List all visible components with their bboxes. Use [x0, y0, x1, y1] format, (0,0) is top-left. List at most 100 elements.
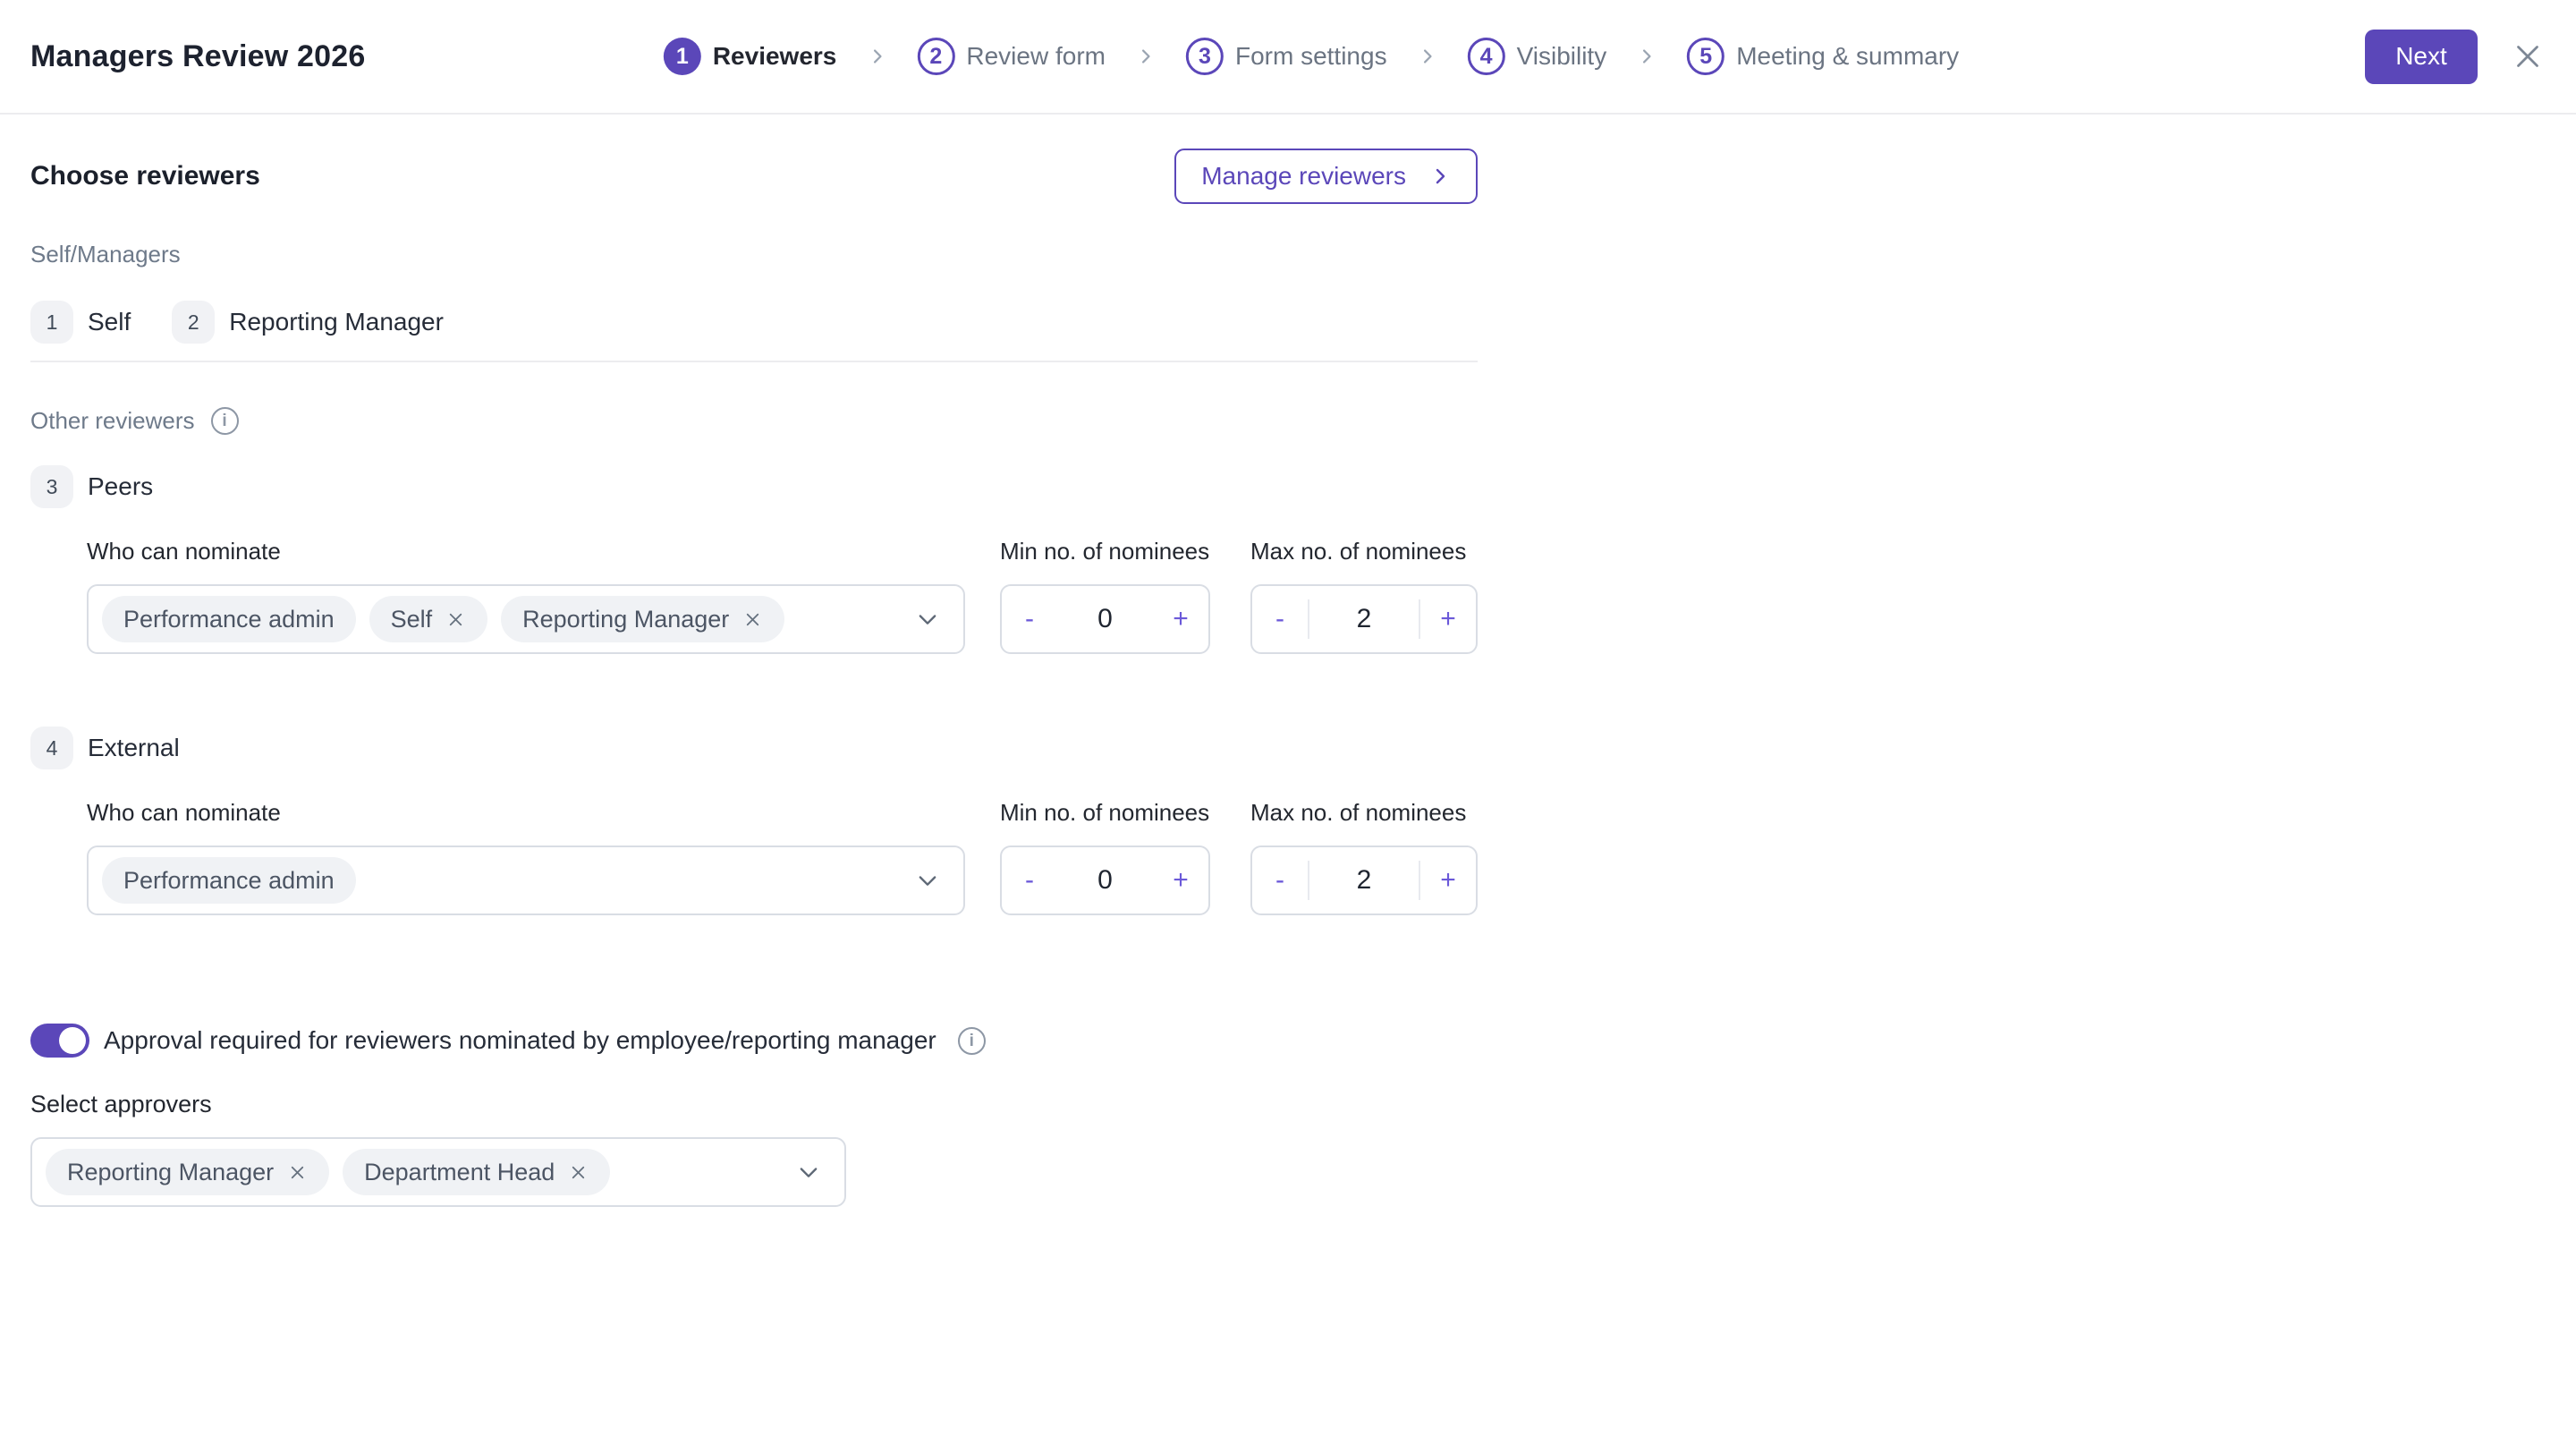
step-label: Meeting & summary — [1736, 42, 1960, 70]
step-label: Review form — [966, 42, 1106, 70]
chip-label: Self — [390, 605, 433, 633]
who-can-nominate-label: Who can nominate — [87, 538, 281, 565]
step-label: Reviewers — [712, 42, 837, 70]
remove-chip-icon[interactable] — [287, 1162, 308, 1183]
reviewer-group-external: 4 External Who can nominate Min no. of n… — [30, 726, 2576, 915]
step-form-settings[interactable]: 3 Form settings — [1185, 38, 1387, 75]
info-glyph: i — [969, 1031, 974, 1050]
min-nominees-stepper: - 0 + — [1000, 584, 1210, 654]
min-nominees-value: 0 — [1097, 604, 1113, 633]
group-body: Who can nominate Min no. of nominees Max… — [87, 799, 2576, 915]
selected-option-chip: Self — [369, 596, 488, 642]
selected-option-chip: Performance admin — [102, 857, 356, 904]
approval-toggle[interactable] — [30, 1024, 89, 1058]
chevron-down-icon — [919, 876, 936, 886]
info-icon[interactable]: i — [210, 406, 239, 435]
close-icon[interactable] — [2512, 40, 2544, 72]
min-nominees-stepper: - 0 + — [1000, 845, 1210, 915]
selected-option-chip: Reporting Manager — [46, 1149, 330, 1195]
min-nominees-label: Min no. of nominees — [1000, 799, 1210, 826]
labels-row: Who can nominate Min no. of nominees Max… — [87, 799, 2576, 827]
step-number-badge: 1 — [663, 38, 701, 75]
chevron-right-icon — [1436, 168, 1445, 184]
step-review-form[interactable]: 2 Review form — [917, 38, 1106, 75]
labels-row: Who can nominate Min no. of nominees Max… — [87, 538, 2576, 565]
group-body: Who can nominate Min no. of nominees Max… — [87, 538, 2576, 654]
remove-chip-icon[interactable] — [445, 609, 466, 630]
chip-label: Reporting Manager — [67, 1158, 275, 1185]
chip-label: Performance admin — [123, 866, 335, 894]
increment-button[interactable]: + — [1420, 606, 1476, 633]
step-visibility[interactable]: 4 Visibility — [1467, 38, 1607, 75]
step-number-badge: 4 — [1467, 38, 1505, 75]
step-number-badge: 2 — [917, 38, 955, 75]
min-nominees-value: 0 — [1097, 865, 1113, 895]
heading-row: Choose reviewers Manage reviewers — [30, 149, 1478, 204]
remove-chip-icon[interactable] — [568, 1162, 589, 1183]
who-can-nominate-select[interactable]: Performance admin — [87, 845, 965, 915]
reviewer-number-badge: 2 — [172, 301, 216, 344]
approval-toggle-row: Approval required for reviewers nominate… — [30, 1023, 2576, 1058]
chevron-right-icon — [1643, 49, 1651, 64]
max-nominees-stepper: - 2 + — [1250, 845, 1478, 915]
select-approvers-label: Select approvers — [30, 1091, 212, 1117]
group-name: Peers — [88, 472, 154, 500]
manage-reviewers-label: Manage reviewers — [1201, 162, 1406, 190]
remove-chip-icon[interactable] — [742, 609, 763, 630]
reviewer-group-peers: 3 Peers Who can nominate Min no. of nomi… — [30, 465, 2576, 654]
header-actions: Next — [2365, 29, 2544, 84]
chip-label: Performance admin — [123, 605, 335, 633]
manage-reviewers-button[interactable]: Manage reviewers — [1174, 149, 1478, 204]
max-nominees-label: Max no. of nominees — [1250, 538, 1467, 565]
increment-button[interactable]: + — [1420, 867, 1476, 894]
group-name: External — [88, 734, 180, 761]
self-managers-label: Self/Managers — [30, 241, 181, 268]
decrement-button[interactable]: - — [1002, 867, 1057, 894]
reviewer-number-badge: 4 — [30, 726, 73, 769]
increment-button[interactable]: + — [1153, 606, 1208, 633]
chevron-down-icon — [800, 1168, 818, 1177]
reviewer-number-badge: 3 — [30, 465, 73, 508]
who-can-nominate-label: Who can nominate — [87, 799, 281, 826]
choose-reviewers-panel: Choose reviewers Manage reviewers Self/M… — [0, 149, 2576, 1207]
page-title: Managers Review 2026 — [30, 38, 366, 73]
other-reviewers-row: Other reviewers i — [30, 406, 2576, 435]
wizard-header: Managers Review 2026 1 Reviewers 2 Revie… — [0, 0, 2576, 115]
wizard-stepper: 1 Reviewers 2 Review form 3 Form setting… — [663, 38, 1959, 75]
decrement-button[interactable]: - — [1252, 606, 1308, 633]
selected-option-chip: Department Head — [343, 1149, 611, 1195]
step-reviewers[interactable]: 1 Reviewers — [663, 38, 837, 75]
info-glyph: i — [222, 411, 227, 430]
reviewer-type-label: Reporting Manager — [229, 308, 444, 336]
selected-option-chip: Performance admin — [102, 596, 356, 642]
self-managers-row: 1 Self 2 Reporting Manager — [30, 301, 2576, 344]
chevron-down-icon — [919, 615, 936, 625]
max-nominees-label: Max no. of nominees — [1250, 799, 1467, 826]
section-divider — [30, 361, 1478, 362]
increment-button[interactable]: + — [1153, 867, 1208, 894]
step-number-badge: 5 — [1687, 38, 1725, 75]
who-can-nominate-select[interactable]: Performance admin Self Reporting Manager — [87, 584, 965, 654]
step-label: Form settings — [1234, 42, 1387, 70]
step-meeting-summary[interactable]: 5 Meeting & summary — [1687, 38, 1959, 75]
page-section-heading: Choose reviewers — [30, 161, 260, 191]
chip-label: Department Head — [364, 1158, 555, 1185]
chevron-right-icon — [1423, 49, 1432, 64]
chip-label: Reporting Manager — [522, 605, 730, 633]
min-nominees-label: Min no. of nominees — [1000, 538, 1210, 565]
decrement-button[interactable]: - — [1002, 606, 1057, 633]
step-label: Visibility — [1516, 42, 1607, 70]
max-nominees-value: 2 — [1356, 604, 1372, 633]
reviewer-type-label: Self — [88, 308, 131, 336]
chevron-right-icon — [873, 49, 882, 64]
chevron-right-icon — [1142, 49, 1150, 64]
toggle-knob — [59, 1027, 86, 1054]
group-header: 3 Peers — [30, 465, 2576, 508]
max-nominees-value: 2 — [1356, 865, 1372, 895]
controls-row: Performance admin Self Reporting Manager… — [87, 584, 2576, 654]
info-icon[interactable]: i — [957, 1026, 986, 1055]
other-reviewers-label: Other reviewers — [30, 406, 195, 434]
next-button[interactable]: Next — [2365, 29, 2478, 84]
decrement-button[interactable]: - — [1252, 867, 1308, 894]
select-approvers-select[interactable]: Reporting Manager Department Head — [30, 1137, 846, 1207]
